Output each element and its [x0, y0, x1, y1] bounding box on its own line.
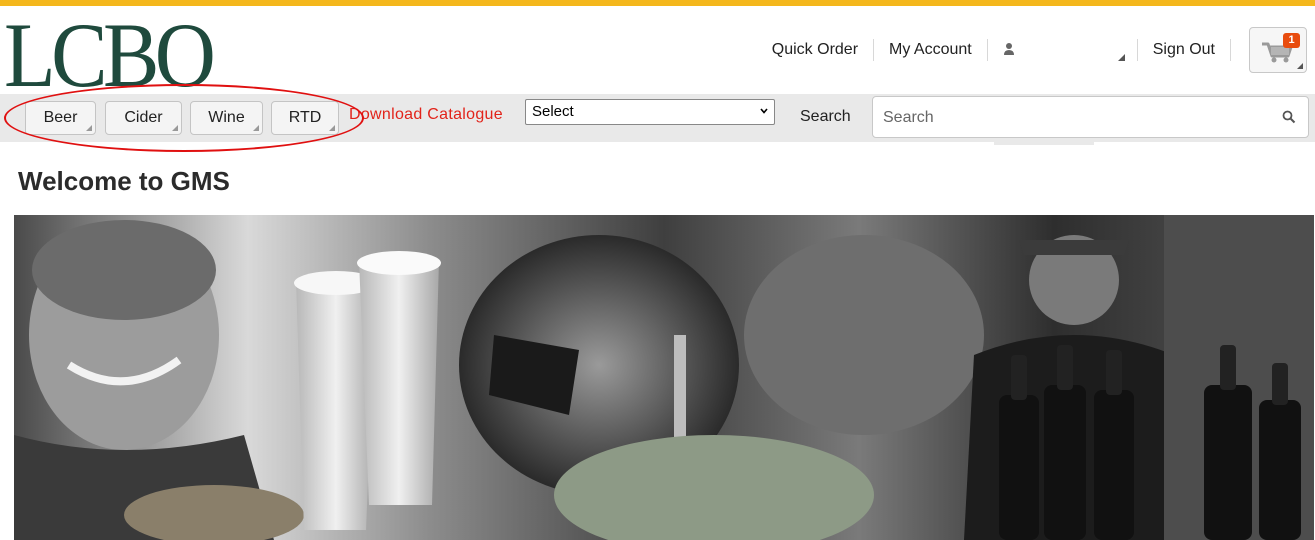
cart-count-badge: 1	[1283, 33, 1300, 48]
page-title: Welcome to GMS	[18, 166, 230, 196]
account-dropdown[interactable]	[988, 39, 1138, 61]
user-icon	[1003, 43, 1014, 55]
page: LCBO Quick Order My Account Sign Out 1 B…	[0, 0, 1315, 540]
dropdown-corner-icon	[1117, 54, 1125, 61]
download-catalogue-link[interactable]: Download Catalogue	[349, 106, 503, 124]
chevron-down-icon	[760, 108, 768, 114]
catalogue-select[interactable]: Select	[525, 99, 775, 125]
my-account-link[interactable]: My Account	[874, 39, 988, 61]
sign-out-link[interactable]: Sign Out	[1138, 39, 1231, 61]
top-links: Quick Order My Account Sign Out 1	[757, 27, 1315, 73]
search-label: Search	[800, 108, 851, 125]
header: LCBO Quick Order My Account Sign Out 1	[0, 6, 1315, 101]
select-value: Select	[532, 103, 574, 120]
dropdown-corner-icon	[1297, 63, 1303, 69]
search-icon[interactable]	[1282, 110, 1296, 124]
quick-order-link[interactable]: Quick Order	[757, 39, 875, 61]
cart-button[interactable]: 1	[1249, 27, 1307, 73]
hero-banner	[14, 215, 1314, 540]
search-box[interactable]	[872, 96, 1309, 138]
nav-underline	[994, 142, 1094, 145]
search-input[interactable]	[883, 105, 1263, 131]
annotation-circle	[4, 84, 364, 152]
banner-image	[14, 215, 1314, 540]
